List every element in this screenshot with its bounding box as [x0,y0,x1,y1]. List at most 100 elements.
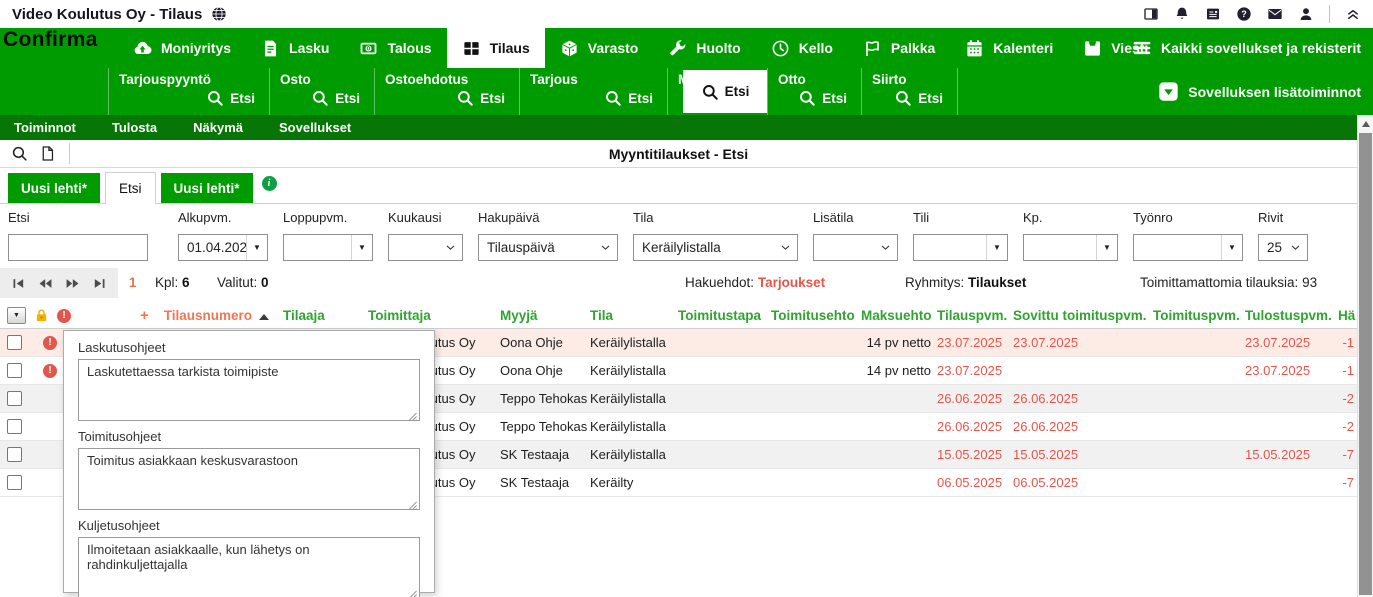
mail-icon[interactable] [1267,6,1283,22]
alert-icon[interactable]: ! [57,309,71,323]
subnav-etsi-button-osto[interactable]: Etsi [278,89,366,107]
nav-app-kello[interactable]: Kello [756,28,848,68]
menu-toiminnot[interactable]: Toiminnot [14,120,76,135]
filter-input-etsi[interactable] [8,234,148,261]
subnav-label-osto[interactable]: Osto [278,72,366,87]
dropdown-arrow-icon[interactable]: ▼ [986,235,1007,260]
subnav-label-tarjous[interactable]: Tarjous [528,72,659,87]
row-checkbox[interactable] [7,391,22,406]
tab-uusi-lehti-0[interactable]: Uusi lehti* [8,173,100,203]
subnav-label-otto[interactable]: Otto [776,72,853,87]
dropdown-arrow-icon[interactable]: ▼ [246,235,267,260]
column-header-myyja[interactable]: Myyjä [497,303,587,329]
info-icon[interactable]: i [262,176,277,191]
subnav-label-tarjouspyynto[interactable]: Tarjouspyyntö [117,72,261,87]
filter-select-tila[interactable]: Keräilylistalla [633,234,798,261]
search-icon[interactable] [11,145,28,162]
new-document-icon[interactable] [39,145,56,162]
dropdown-arrow-icon[interactable]: ▼ [1096,235,1117,260]
bell-icon[interactable] [1174,6,1190,22]
row-checkbox[interactable] [7,447,22,462]
filter-select-hakupaiva[interactable]: Tilauspäivä [478,234,618,261]
scroll-up-arrow-icon[interactable] [1358,115,1373,132]
row-checkbox[interactable] [7,363,22,378]
nav-app-moniyritys[interactable]: Moniyritys [118,28,246,68]
laskutusohjeet-textarea[interactable] [78,359,420,421]
all-apps-button[interactable]: Kaikki sovellukset ja rekisterit [1132,28,1361,68]
column-header-sovittu[interactable]: Sovittu toimituspvm. [1010,303,1150,329]
filter-combo-loppupvm[interactable]: ▼ [283,234,373,261]
help-icon[interactable]: ? [1236,6,1252,22]
menu-sovellukset[interactable]: Sovellukset [279,120,351,135]
row-checkbox[interactable] [7,475,22,490]
nav-app-kalenteri[interactable]: Kalenteri [950,28,1068,68]
column-header-tulostuspvm[interactable]: Tulostuspvm. [1242,303,1335,329]
dropdown-arrow-icon[interactable]: ▼ [1221,235,1242,260]
selected-count-label: Valitut: [217,275,257,290]
menu-nakyma[interactable]: Näkymä [193,120,243,135]
subnav-etsi-button-tarjous[interactable]: Etsi [528,89,659,107]
last-page-button[interactable] [91,276,108,291]
filter-select-lisatila[interactable] [813,234,898,261]
previous-page-button[interactable] [37,276,54,291]
cell-tila: Keräilty [587,469,675,497]
column-header-tilausnumero[interactable]: +Tilausnumero [135,303,280,329]
add-column-icon[interactable]: + [140,307,149,324]
column-header-tilauspvm[interactable]: Tilauspvm. [934,303,1010,329]
filter-select-rivit[interactable]: 25 [1258,234,1308,261]
app-extra-functions-button[interactable]: Sovelluksen lisätoiminnot [1158,68,1361,115]
column-header-toimituspvm[interactable]: Toimituspvm. [1150,303,1242,329]
subnav-etsi-button-tarjouspyynto[interactable]: Etsi [117,89,261,107]
next-page-button[interactable] [64,276,81,291]
window-panel-icon[interactable] [1143,6,1159,22]
subnav-etsi-button-siirto[interactable]: Etsi [870,89,949,107]
column-header-toimittaja[interactable]: Toimittaja [365,303,497,329]
nav-app-palkka[interactable]: Palkka [848,28,950,68]
user-icon[interactable] [1298,6,1314,22]
cell-myyja: Oona Ohje [497,329,587,357]
filter-loppupvm: Loppupvm.▼ [283,210,373,261]
scrollbar-thumb[interactable] [1359,133,1372,595]
collapse-icon[interactable] [1345,6,1361,22]
nav-app-talous[interactable]: 0Talous [344,28,446,68]
subnav-etsi-button-ostoehdotus[interactable]: Etsi [383,89,511,107]
nav-app-varasto[interactable]: Varasto [545,28,654,68]
cell-maksuehto [858,469,934,497]
alert-icon[interactable]: ! [43,364,57,378]
column-header-maksuehto[interactable]: Maksuehto [858,303,934,329]
column-header-toimitusehto[interactable]: Toimitusehto [768,303,858,329]
filter-select-kuukausi[interactable] [388,234,463,261]
filter-combo-tyonro[interactable]: ▼ [1133,234,1243,261]
vertical-scrollbar[interactable] [1357,115,1373,597]
column-header-tila[interactable]: Tila [587,303,675,329]
column-header-halytys[interactable]: Hä [1335,303,1357,329]
alert-icon[interactable]: ! [43,336,57,350]
search-criteria-value[interactable]: Tarjoukset [758,275,825,290]
kuljetusohjeet-textarea[interactable] [78,537,420,597]
subnav-etsi-button-otto[interactable]: Etsi [776,89,853,107]
filter-combo-kp[interactable]: ▼ [1023,234,1118,261]
row-checkbox[interactable] [7,335,22,350]
toimitusohjeet-textarea[interactable] [78,448,420,510]
column-header-tilaaja[interactable]: Tilaaja [280,303,365,329]
nav-app-lasku[interactable]: Lasku [246,28,344,68]
menu-tulosta[interactable]: Tulosta [112,120,157,135]
first-page-button[interactable] [10,276,27,291]
filter-combo-tili[interactable]: ▼ [913,234,1008,261]
subnav-etsi-button-myynti[interactable]: Etsi [683,70,767,113]
tab-uusi-lehti-2[interactable]: Uusi lehti* [161,173,253,203]
page-number[interactable]: 1 [129,275,137,290]
tab-etsi-1[interactable]: Etsi [105,172,156,204]
nav-app-tilaus[interactable]: Tilaus [447,28,545,68]
column-header-toimitustapa[interactable]: Toimitustapa [675,303,768,329]
row-checkbox[interactable] [7,419,22,434]
dropdown-arrow-icon[interactable]: ▼ [351,235,372,260]
subnav-group-osto: Osto Etsi [270,68,375,115]
filter-combo-alkupvm[interactable]: 01.04.2025▼ [178,234,268,261]
select-all-dropdown-icon[interactable]: ▼ [7,307,26,324]
news-icon[interactable] [1205,6,1221,22]
subnav-label-siirto[interactable]: Siirto [870,72,949,87]
lock-icon[interactable] [34,308,49,323]
subnav-label-ostoehdotus[interactable]: Ostoehdotus [383,72,511,87]
nav-app-huolto[interactable]: Huolto [653,28,755,68]
